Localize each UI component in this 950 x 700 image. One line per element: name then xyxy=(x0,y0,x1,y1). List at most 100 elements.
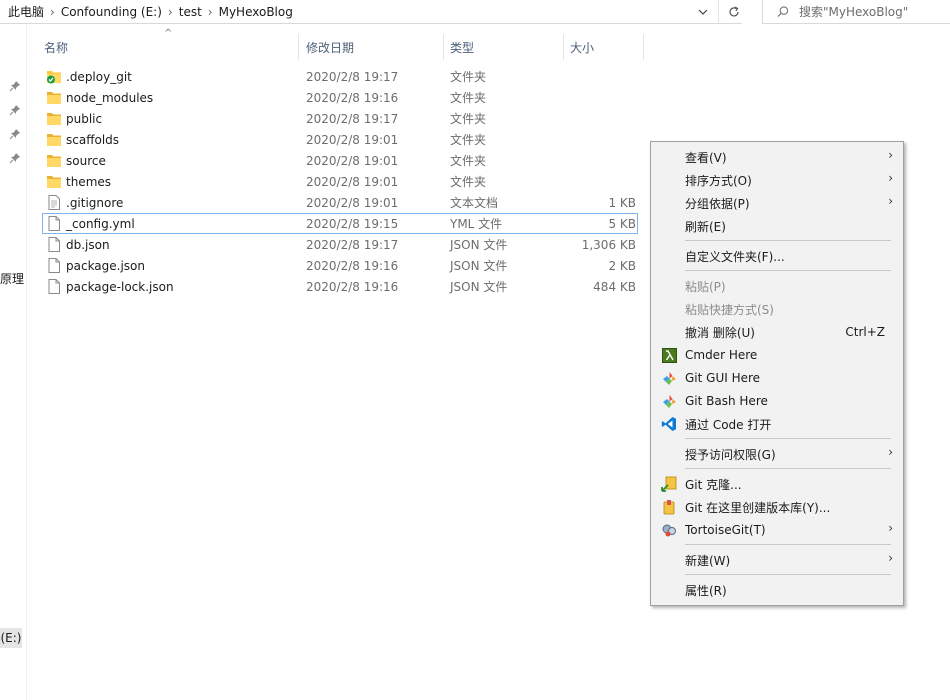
file-size xyxy=(542,129,636,150)
file-row[interactable]: scaffolds 2020/2/8 19:01 文件夹 xyxy=(42,129,638,150)
search-input[interactable] xyxy=(797,3,950,20)
file-type: 文件夹 xyxy=(450,112,487,126)
column-divider[interactable] xyxy=(643,34,644,60)
file-row[interactable]: source 2020/2/8 19:01 文件夹 xyxy=(42,150,638,171)
column-header-size[interactable]: 大小 xyxy=(570,32,642,62)
refresh-icon xyxy=(729,5,739,16)
file-size: 5 KB xyxy=(608,216,636,231)
breadcrumb-myhexoblog[interactable]: MyHexoBlog xyxy=(215,5,297,19)
folder-icon xyxy=(47,92,61,104)
chevron-right-icon: › xyxy=(888,171,893,185)
file-type: YML 文件 xyxy=(450,217,503,231)
file-row[interactable]: public 2020/2/8 19:17 文件夹 xyxy=(42,108,638,129)
column-header-name[interactable]: 名称 xyxy=(44,32,294,62)
file-name: .gitignore xyxy=(66,195,124,210)
column-divider[interactable] xyxy=(298,34,299,60)
menu-item-refresh[interactable]: 刷新(E) xyxy=(651,215,903,237)
navigation-pane[interactable]: 原理 (E:) xyxy=(0,24,27,700)
menu-separator xyxy=(685,468,891,469)
file-row[interactable]: db.json 2020/2/8 19:17 JSON 文件 1,306 KB xyxy=(42,234,638,255)
menu-item-git-gui-here[interactable]: Git GUI Here xyxy=(651,367,903,389)
file-type: JSON 文件 xyxy=(450,238,508,252)
pin-icon[interactable] xyxy=(9,152,21,164)
file-size: 484 KB xyxy=(593,279,636,294)
column-header-type[interactable]: 类型 xyxy=(450,32,562,62)
menu-item-new[interactable]: 新建(W) › xyxy=(651,549,903,571)
address-history-dropdown[interactable] xyxy=(690,0,716,23)
menu-item-undo-delete[interactable]: 撤消 删除(U) Ctrl+Z xyxy=(651,321,903,343)
column-divider[interactable] xyxy=(563,34,564,60)
breadcrumb-test[interactable]: test xyxy=(175,5,206,19)
chevron-right-icon: › xyxy=(888,551,893,565)
menu-item-cmder-here[interactable]: Cmder Here xyxy=(651,344,903,366)
file-size: 1 KB xyxy=(608,195,636,210)
context-menu: 查看(V) › 排序方式(O) › 分组依据(P) › 刷新(E) 自定义文件夹… xyxy=(650,141,904,606)
file-date: 2020/2/8 19:16 xyxy=(306,279,399,294)
shortcut-label: Ctrl+Z xyxy=(845,325,885,339)
pin-icon[interactable] xyxy=(9,80,21,92)
file-type: 文件夹 xyxy=(450,70,487,84)
search-box[interactable] xyxy=(762,0,950,24)
menu-item-view[interactable]: 查看(V) › xyxy=(651,146,903,168)
menu-item-git-create-repo[interactable]: Git 在这里创建版本库(Y)... xyxy=(651,496,903,518)
git-create-repo-icon xyxy=(661,499,677,515)
file-size: 1,306 KB xyxy=(581,237,636,252)
menu-separator xyxy=(685,544,891,545)
file-row[interactable]: package-lock.json 2020/2/8 19:16 JSON 文件… xyxy=(42,276,638,297)
folder-synced-icon xyxy=(47,71,61,84)
folder-icon xyxy=(47,176,61,188)
file-date: 2020/2/8 19:01 xyxy=(306,195,399,210)
file-date: 2020/2/8 19:16 xyxy=(306,90,399,105)
nav-item-partial[interactable]: 原理 xyxy=(0,270,26,287)
column-divider[interactable] xyxy=(443,34,444,60)
menu-separator xyxy=(685,438,891,439)
file-type: 文件夹 xyxy=(450,133,487,147)
menu-item-customize-folder[interactable]: 自定义文件夹(F)... xyxy=(651,245,903,267)
column-header-date[interactable]: 修改日期 xyxy=(306,32,442,62)
breadcrumb-separator-icon[interactable]: › xyxy=(206,5,215,19)
file-name: scaffolds xyxy=(66,132,120,147)
file-row[interactable]: themes 2020/2/8 19:01 文件夹 xyxy=(42,171,638,192)
menu-separator xyxy=(685,240,891,241)
menu-separator xyxy=(685,574,891,575)
breadcrumb-this-pc[interactable]: 此电脑 xyxy=(4,3,48,20)
file-date: 2020/2/8 19:15 xyxy=(306,216,399,231)
column-headers: ^ 名称 修改日期 类型 大小 xyxy=(26,28,646,62)
menu-item-git-bash-here[interactable]: Git Bash Here xyxy=(651,390,903,412)
menu-item-sort[interactable]: 排序方式(O) › xyxy=(651,169,903,191)
chevron-down-icon xyxy=(698,9,708,15)
menu-item-git-clone[interactable]: Git 克隆... xyxy=(651,473,903,495)
tortoisegit-icon xyxy=(661,522,677,538)
menu-item-paste[interactable]: 粘贴(P) xyxy=(651,275,903,297)
search-icon xyxy=(777,6,789,18)
file-row[interactable]: package.json 2020/2/8 19:16 JSON 文件 2 KB xyxy=(42,255,638,276)
file-row[interactable]: .gitignore 2020/2/8 19:01 文本文档 1 KB xyxy=(42,192,638,213)
menu-item-give-access[interactable]: 授予访问权限(G) › xyxy=(651,443,903,465)
git-clone-icon xyxy=(661,476,677,492)
pin-icon[interactable] xyxy=(9,128,21,140)
menu-item-open-with-code[interactable]: 通过 Code 打开 xyxy=(651,413,903,435)
menu-item-tortoisegit[interactable]: TortoiseGit(T) › xyxy=(651,519,903,541)
file-date: 2020/2/8 19:16 xyxy=(306,258,399,273)
file-type: 文本文档 xyxy=(450,196,499,210)
file-type: JSON 文件 xyxy=(450,280,508,294)
file-type: 文件夹 xyxy=(450,175,487,189)
file-row-focused[interactable]: _config.yml 2020/2/8 19:15 YML 文件 5 KB xyxy=(42,213,638,234)
nav-item-drive-e[interactable]: (E:) xyxy=(0,628,22,648)
breadcrumb-separator-icon[interactable]: › xyxy=(48,5,57,19)
file-size xyxy=(542,150,636,171)
menu-item-group[interactable]: 分组依据(P) › xyxy=(651,192,903,214)
file-date: 2020/2/8 19:17 xyxy=(306,237,399,252)
folder-icon xyxy=(47,155,61,167)
pin-icon[interactable] xyxy=(9,104,21,116)
file-row[interactable]: node_modules 2020/2/8 19:16 文件夹 xyxy=(42,87,638,108)
breadcrumb-drive[interactable]: Confounding (E:) xyxy=(57,5,166,19)
address-bar[interactable]: 此电脑 › Confounding (E:) › test › MyHexoBl… xyxy=(0,0,742,24)
chevron-right-icon: › xyxy=(888,194,893,208)
menu-item-properties[interactable]: 属性(R) xyxy=(651,579,903,601)
file-row[interactable]: .deploy_git 2020/2/8 19:17 文件夹 xyxy=(42,66,638,87)
file-size xyxy=(542,108,636,129)
refresh-button[interactable] xyxy=(718,0,749,23)
breadcrumb-separator-icon[interactable]: › xyxy=(166,5,175,19)
menu-item-paste-shortcut[interactable]: 粘贴快捷方式(S) xyxy=(651,298,903,320)
